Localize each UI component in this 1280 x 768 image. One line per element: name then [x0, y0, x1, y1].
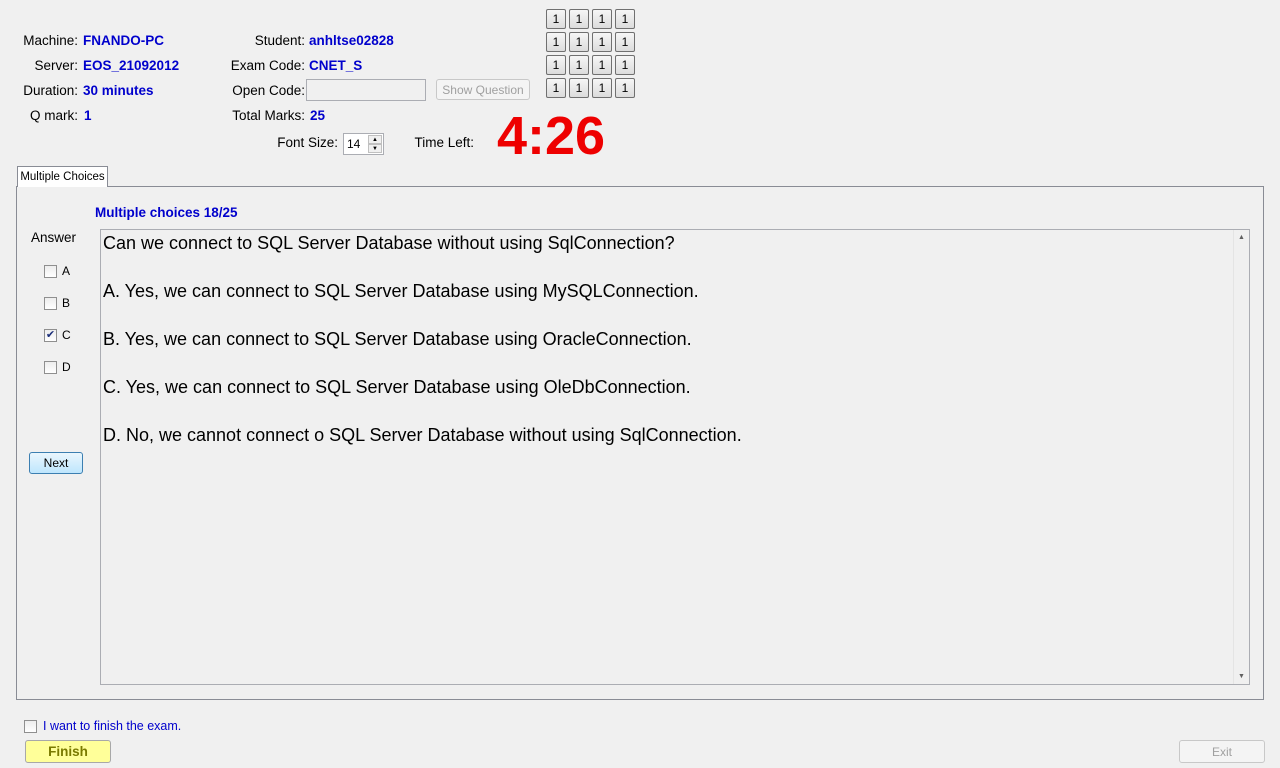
next-button[interactable]: Next: [29, 452, 83, 474]
answer-label: Answer: [31, 230, 77, 245]
server-label: Server:: [34, 58, 78, 73]
font-size-stepper[interactable]: 14 ▲ ▼: [343, 133, 384, 155]
time-left-label: Time Left:: [414, 135, 474, 150]
answer-label-a: A: [62, 264, 71, 278]
choice-text-a: A. Yes, we can connect to SQL Server Dat…: [103, 281, 699, 301]
question-grid-button[interactable]: 1: [569, 78, 589, 98]
finish-button[interactable]: Finish: [25, 740, 111, 763]
question-grid-button[interactable]: 1: [615, 78, 635, 98]
question-grid-button[interactable]: 1: [592, 55, 612, 75]
question-grid-button[interactable]: 1: [615, 32, 635, 52]
question-grid-button[interactable]: 1: [592, 32, 612, 52]
exam-code-label: Exam Code:: [230, 58, 305, 73]
answer-checkbox-a[interactable]: [44, 265, 57, 278]
question-grid-button[interactable]: 1: [615, 55, 635, 75]
font-size-label: Font Size:: [277, 135, 338, 150]
qmark-value: 1: [84, 108, 92, 123]
font-size-value: 14: [347, 137, 361, 151]
finish-exam-checkbox[interactable]: [24, 720, 37, 733]
qmark-label: Q mark:: [29, 108, 78, 123]
choice-text-d: D. No, we cannot connect o SQL Server Da…: [103, 425, 742, 445]
question-grid-button[interactable]: 1: [546, 78, 566, 98]
answer-label-c: C: [62, 328, 71, 342]
answer-checkbox-b[interactable]: [44, 297, 57, 310]
question-grid-button[interactable]: 1: [592, 78, 612, 98]
question-grid-button[interactable]: 1: [569, 32, 589, 52]
answer-checkbox-d[interactable]: [44, 361, 57, 374]
show-question-button[interactable]: Show Question: [436, 79, 530, 100]
question-scrollbar[interactable]: ▲ ▼: [1233, 230, 1249, 684]
student-label: Student:: [254, 33, 305, 48]
open-code-input[interactable]: [306, 79, 426, 101]
server-value: EOS_21092012: [83, 58, 180, 73]
question-heading: Multiple choices 18/25: [95, 205, 238, 220]
exit-button[interactable]: Exit: [1179, 740, 1265, 763]
total-marks-value: 25: [310, 108, 326, 123]
scroll-down-icon[interactable]: ▼: [1238, 673, 1245, 680]
tab-multiple-choices[interactable]: Multiple Choices: [17, 166, 108, 187]
timer-value: 4:26: [497, 106, 606, 166]
machine-label: Machine:: [23, 33, 78, 48]
question-grid-button[interactable]: 1: [569, 55, 589, 75]
choice-text-c: C. Yes, we can connect to SQL Server Dat…: [103, 377, 691, 397]
checkmark-icon: ✔: [45, 329, 56, 341]
open-code-label: Open Code:: [232, 83, 305, 98]
answer-label-d: D: [62, 360, 71, 374]
question-grid-button[interactable]: 1: [615, 9, 635, 29]
duration-value: 30 minutes: [83, 83, 154, 98]
exam-code-value: CNET_S: [309, 58, 363, 73]
machine-value: FNANDO-PC: [83, 33, 164, 48]
question-text: Can we connect to SQL Server Database wi…: [103, 233, 675, 253]
scroll-up-icon[interactable]: ▲: [1238, 234, 1245, 241]
answer-checkbox-c[interactable]: ✔: [44, 329, 57, 342]
finish-exam-label: I want to finish the exam.: [43, 719, 182, 733]
choice-text-b: B. Yes, we can connect to SQL Server Dat…: [103, 329, 692, 349]
question-grid-button[interactable]: 1: [546, 32, 566, 52]
total-marks-label: Total Marks:: [232, 108, 305, 123]
duration-label: Duration:: [23, 83, 78, 98]
answer-label-b: B: [62, 296, 71, 310]
question-grid-button[interactable]: 1: [546, 9, 566, 29]
student-value: anhltse02828: [309, 33, 394, 48]
question-grid-button[interactable]: 1: [592, 9, 612, 29]
question-grid: 1 1 1 1 1 1 1 1 1 1 1 1 1 1 1 1: [546, 9, 638, 101]
question-grid-button[interactable]: 1: [546, 55, 566, 75]
question-grid-button[interactable]: 1: [569, 9, 589, 29]
